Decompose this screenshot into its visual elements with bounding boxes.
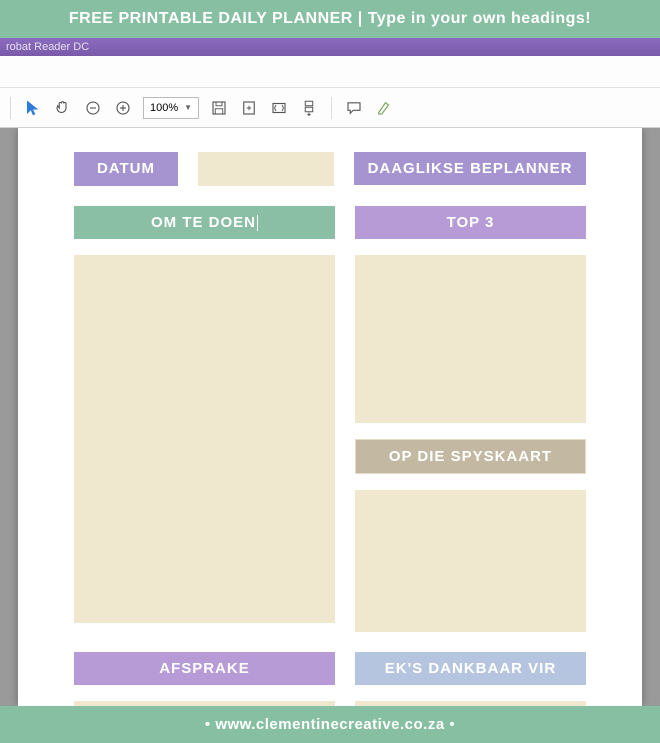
- fit-width-icon[interactable]: [269, 98, 289, 118]
- top3-heading[interactable]: TOP 3: [355, 206, 586, 239]
- om-te-doen-field[interactable]: [74, 255, 335, 623]
- promo-banner-text: FREE PRINTABLE DAILY PLANNER | Type in y…: [69, 10, 591, 27]
- fit-page-icon[interactable]: [239, 98, 259, 118]
- om-te-doen-text: OM TE DOEN: [151, 214, 256, 231]
- hand-tool[interactable]: [53, 98, 73, 118]
- window-title: robat Reader DC: [6, 41, 89, 53]
- document-page: DATUM DAAGLIKSE BEPLANNER OM TE DOEN: [18, 128, 642, 706]
- afsprake-text: AFSPRAKE: [159, 660, 250, 677]
- highlight-icon[interactable]: [374, 98, 394, 118]
- daaglikse-heading-text: DAAGLIKSE BEPLANNER: [368, 160, 573, 177]
- toolbar-separator: [10, 97, 11, 119]
- zoom-select[interactable]: 100% ▼: [143, 97, 199, 119]
- zoom-in-button[interactable]: [113, 98, 133, 118]
- datum-heading[interactable]: DATUM: [74, 152, 178, 186]
- menubar[interactable]: [0, 56, 660, 88]
- select-tool[interactable]: [23, 98, 43, 118]
- afsprake-field[interactable]: [74, 701, 335, 706]
- top3-text: TOP 3: [447, 214, 495, 231]
- document-workspace[interactable]: DATUM DAAGLIKSE BEPLANNER OM TE DOEN: [0, 128, 660, 706]
- spyskaart-heading[interactable]: OP DIE SPYSKAART: [355, 439, 586, 474]
- datum-field[interactable]: [198, 152, 334, 186]
- daaglikse-heading[interactable]: DAAGLIKSE BEPLANNER: [354, 152, 586, 185]
- bullet-icon: •: [205, 716, 211, 733]
- promo-banner: FREE PRINTABLE DAILY PLANNER | Type in y…: [0, 0, 660, 38]
- datum-heading-text: DATUM: [97, 160, 155, 177]
- dankbaar-heading[interactable]: EK'S DANKBAAR VIR: [355, 652, 586, 685]
- bullet-icon: •: [449, 716, 455, 733]
- footer-banner: • www.clementinecreative.co.za •: [0, 706, 660, 743]
- window-titlebar: robat Reader DC: [0, 38, 660, 56]
- dankbaar-field[interactable]: [355, 701, 586, 706]
- toolbar: 100% ▼: [0, 88, 660, 128]
- scroll-mode-icon[interactable]: [299, 98, 319, 118]
- chevron-down-icon: ▼: [184, 103, 192, 112]
- spyskaart-field[interactable]: [355, 490, 586, 632]
- zoom-value: 100%: [150, 102, 178, 114]
- spyskaart-text: OP DIE SPYSKAART: [389, 448, 552, 465]
- zoom-out-button[interactable]: [83, 98, 103, 118]
- toolbar-separator: [331, 97, 332, 119]
- comment-icon[interactable]: [344, 98, 364, 118]
- text-cursor: [257, 215, 258, 231]
- save-icon[interactable]: [209, 98, 229, 118]
- footer-url: www.clementinecreative.co.za: [215, 716, 444, 733]
- om-te-doen-heading[interactable]: OM TE DOEN: [74, 206, 335, 239]
- top3-field[interactable]: [355, 255, 586, 423]
- dankbaar-text: EK'S DANKBAAR VIR: [385, 660, 556, 677]
- afsprake-heading[interactable]: AFSPRAKE: [74, 652, 335, 685]
